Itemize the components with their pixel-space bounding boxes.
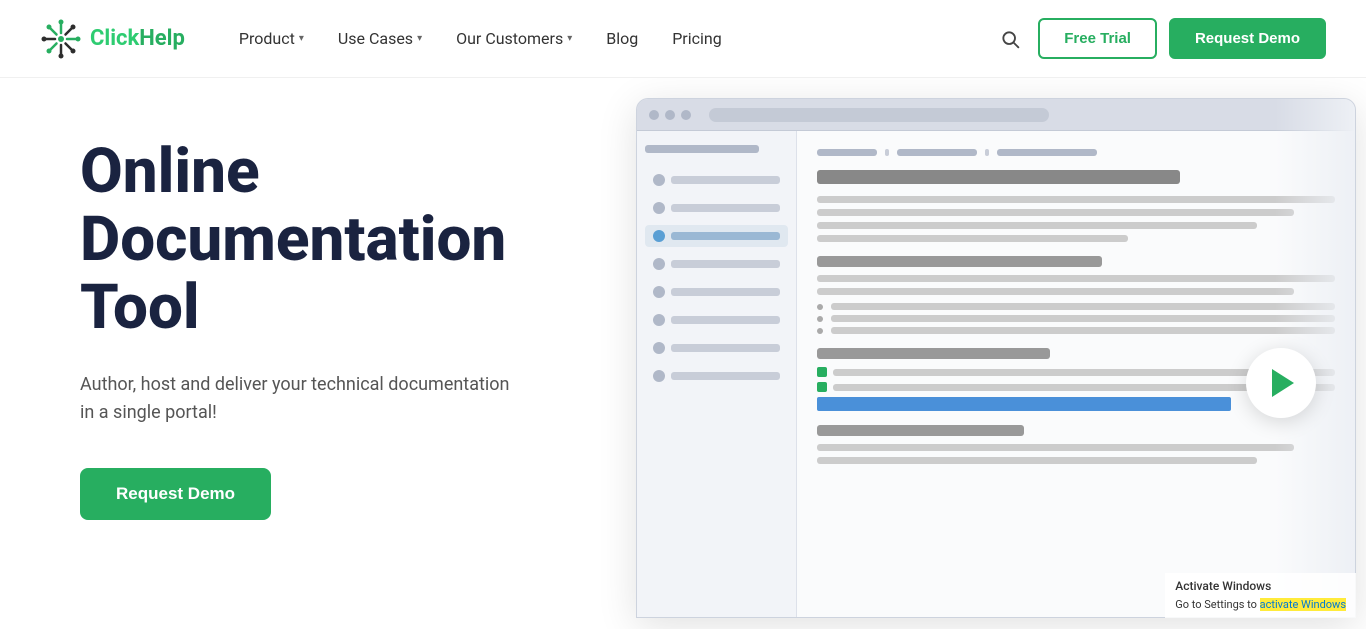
mockup-content-title	[817, 170, 1180, 184]
nav-use-cases[interactable]: Use Cases ▾	[324, 21, 436, 56]
browser-bar	[637, 99, 1355, 131]
mockup-sidebar	[637, 131, 797, 617]
browser-mockup	[636, 98, 1356, 618]
mockup-section-title-1	[817, 256, 1102, 267]
play-button[interactable]	[1246, 348, 1316, 418]
nav-links: Product ▾ Use Cases ▾ Our Customers ▾ Bl…	[225, 21, 994, 56]
mockup-sidebar-item-active	[645, 225, 788, 247]
mockup-sidebar-item	[645, 309, 788, 331]
activate-windows-watermark: Activate Windows Go to Settings to activ…	[1165, 573, 1356, 618]
nav-product[interactable]: Product ▾	[225, 21, 318, 56]
request-demo-hero-button[interactable]: Request Demo	[80, 468, 271, 520]
mockup-section-title-3	[817, 425, 1024, 436]
browser-url-bar	[709, 108, 1049, 122]
nav-actions: Free Trial Request Demo	[994, 18, 1326, 59]
mockup-sidebar-item	[645, 337, 788, 359]
browser-dot-1	[649, 110, 659, 120]
logo-link[interactable]: ClickHelp	[40, 18, 185, 60]
hero-image-area: Activate Windows Go to Settings to activ…	[636, 98, 1366, 629]
browser-dot-3	[681, 110, 691, 120]
free-trial-button[interactable]: Free Trial	[1038, 18, 1157, 59]
nav-pricing[interactable]: Pricing	[658, 21, 736, 56]
nav-blog[interactable]: Blog	[592, 21, 652, 56]
play-icon	[1272, 369, 1294, 397]
mockup-section-title-2	[817, 348, 1050, 359]
request-demo-nav-button[interactable]: Request Demo	[1169, 18, 1326, 59]
logo-text: ClickHelp	[90, 26, 185, 51]
chevron-down-icon: ▾	[417, 33, 422, 44]
mockup-sidebar-header	[645, 145, 759, 153]
mockup-sidebar-item	[645, 169, 788, 191]
activate-windows-link[interactable]: activate Windows	[1260, 598, 1346, 611]
browser-dot-2	[665, 110, 675, 120]
hero-section: Online Documentation Tool Author, host a…	[0, 78, 1366, 629]
activate-windows-sub-text: Go to Settings to	[1175, 598, 1259, 611]
nav-our-customers[interactable]: Our Customers ▾	[442, 21, 586, 56]
search-button[interactable]	[994, 23, 1026, 55]
mockup-container: Activate Windows Go to Settings to activ…	[636, 98, 1366, 629]
activate-windows-title: Activate Windows	[1175, 579, 1346, 593]
navbar: ClickHelp Product ▾ Use Cases ▾ Our Cust…	[0, 0, 1366, 78]
mockup-sidebar-item	[645, 281, 788, 303]
hero-subtitle: Author, host and deliver your technical …	[80, 371, 510, 429]
mockup-breadcrumb-area	[817, 149, 1335, 156]
hero-title: Online Documentation Tool	[80, 138, 510, 343]
chevron-down-icon: ▾	[299, 33, 304, 44]
search-icon	[1000, 29, 1020, 49]
hero-content: Online Documentation Tool Author, host a…	[0, 78, 510, 629]
mockup-highlight-bar	[817, 397, 1231, 411]
chevron-down-icon: ▾	[567, 33, 572, 44]
clickhelp-logo-icon	[40, 18, 82, 60]
mockup-sidebar-item	[645, 365, 788, 387]
mockup-sidebar-item	[645, 253, 788, 275]
mockup-sidebar-item	[645, 197, 788, 219]
